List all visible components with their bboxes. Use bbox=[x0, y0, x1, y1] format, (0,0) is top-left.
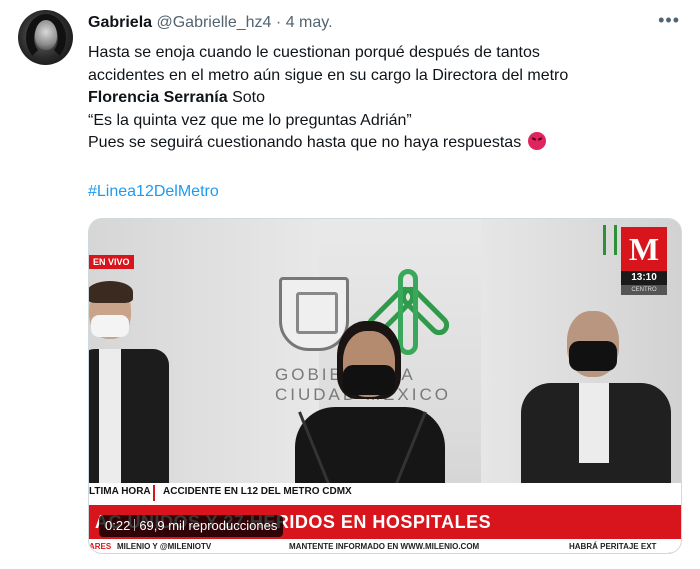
ticker-item: ARES bbox=[89, 542, 112, 551]
tweet-line: Florencia Serranía Soto bbox=[88, 87, 678, 110]
tweet-line-text: Pues se seguirá cuestionando hasta que n… bbox=[88, 134, 522, 151]
more-horizontal-icon[interactable]: ••• bbox=[658, 11, 680, 29]
news-ticker: ARES MILENIO Y @MILENIOTV MANTENTE INFOR… bbox=[89, 539, 681, 553]
ticker-item: HABRÁ PERITAJE EXT bbox=[569, 542, 657, 551]
tweet-line: “Es la quinta vez que me lo preguntas Ad… bbox=[88, 111, 412, 129]
ticker-item: MANTENTE INFORMADO EN WWW.MILENIO.COM bbox=[289, 542, 480, 551]
broadcast-clock: 13:10 bbox=[621, 271, 667, 285]
video-player[interactable]: GOBIE DE LA CIUDAD MÉXICO EN VIVO M 13:1… bbox=[88, 218, 682, 554]
avatar-face bbox=[35, 20, 57, 50]
avatar[interactable] bbox=[18, 10, 73, 65]
broadcast-region: CENTRO bbox=[621, 285, 667, 295]
subheadline: ACCIDENTE EN L12 DEL METRO CDMX bbox=[163, 486, 352, 497]
lower-third-separator bbox=[153, 485, 155, 501]
video-stats-overlay[interactable]: 0:22 69,9 mil reproducciones bbox=[99, 515, 284, 537]
tweet-line: Pues se seguirá cuestionando hasta que n… bbox=[88, 132, 678, 155]
tweet-date[interactable]: 4 may. bbox=[286, 14, 333, 31]
angry-face-icon bbox=[527, 132, 546, 150]
mentioned-surname: Soto bbox=[227, 89, 265, 106]
tweet-line: accidentes en el metro aún sigue en su c… bbox=[88, 66, 569, 84]
channel-logo: M bbox=[621, 227, 667, 271]
author-handle[interactable]: @Gabrielle_hz4 bbox=[156, 14, 271, 31]
mentioned-name: Florencia Serranía bbox=[88, 89, 228, 106]
elapsed-time: 0:22 bbox=[105, 518, 131, 533]
tweet-header: Gabriela @Gabrielle_hz4 · 4 may. bbox=[88, 13, 333, 33]
channel-marks bbox=[603, 225, 617, 255]
view-count: 69,9 mil reproducciones bbox=[139, 518, 278, 533]
breaking-label: LTIMA HORA bbox=[89, 486, 151, 497]
live-badge: EN VIVO bbox=[89, 255, 134, 269]
tweet-text: Hasta se enoja cuando le cuestionan porq… bbox=[88, 42, 678, 155]
author-name[interactable]: Gabriela bbox=[88, 14, 152, 31]
tweet-line: Hasta se enoja cuando le cuestionan porq… bbox=[88, 44, 540, 61]
hashtag-link[interactable]: #Linea12DelMetro bbox=[88, 183, 219, 201]
separator-dot: · bbox=[275, 14, 282, 31]
overlay-divider bbox=[134, 519, 136, 531]
ticker-item: MILENIO Y @MILENIOTV bbox=[117, 542, 212, 551]
